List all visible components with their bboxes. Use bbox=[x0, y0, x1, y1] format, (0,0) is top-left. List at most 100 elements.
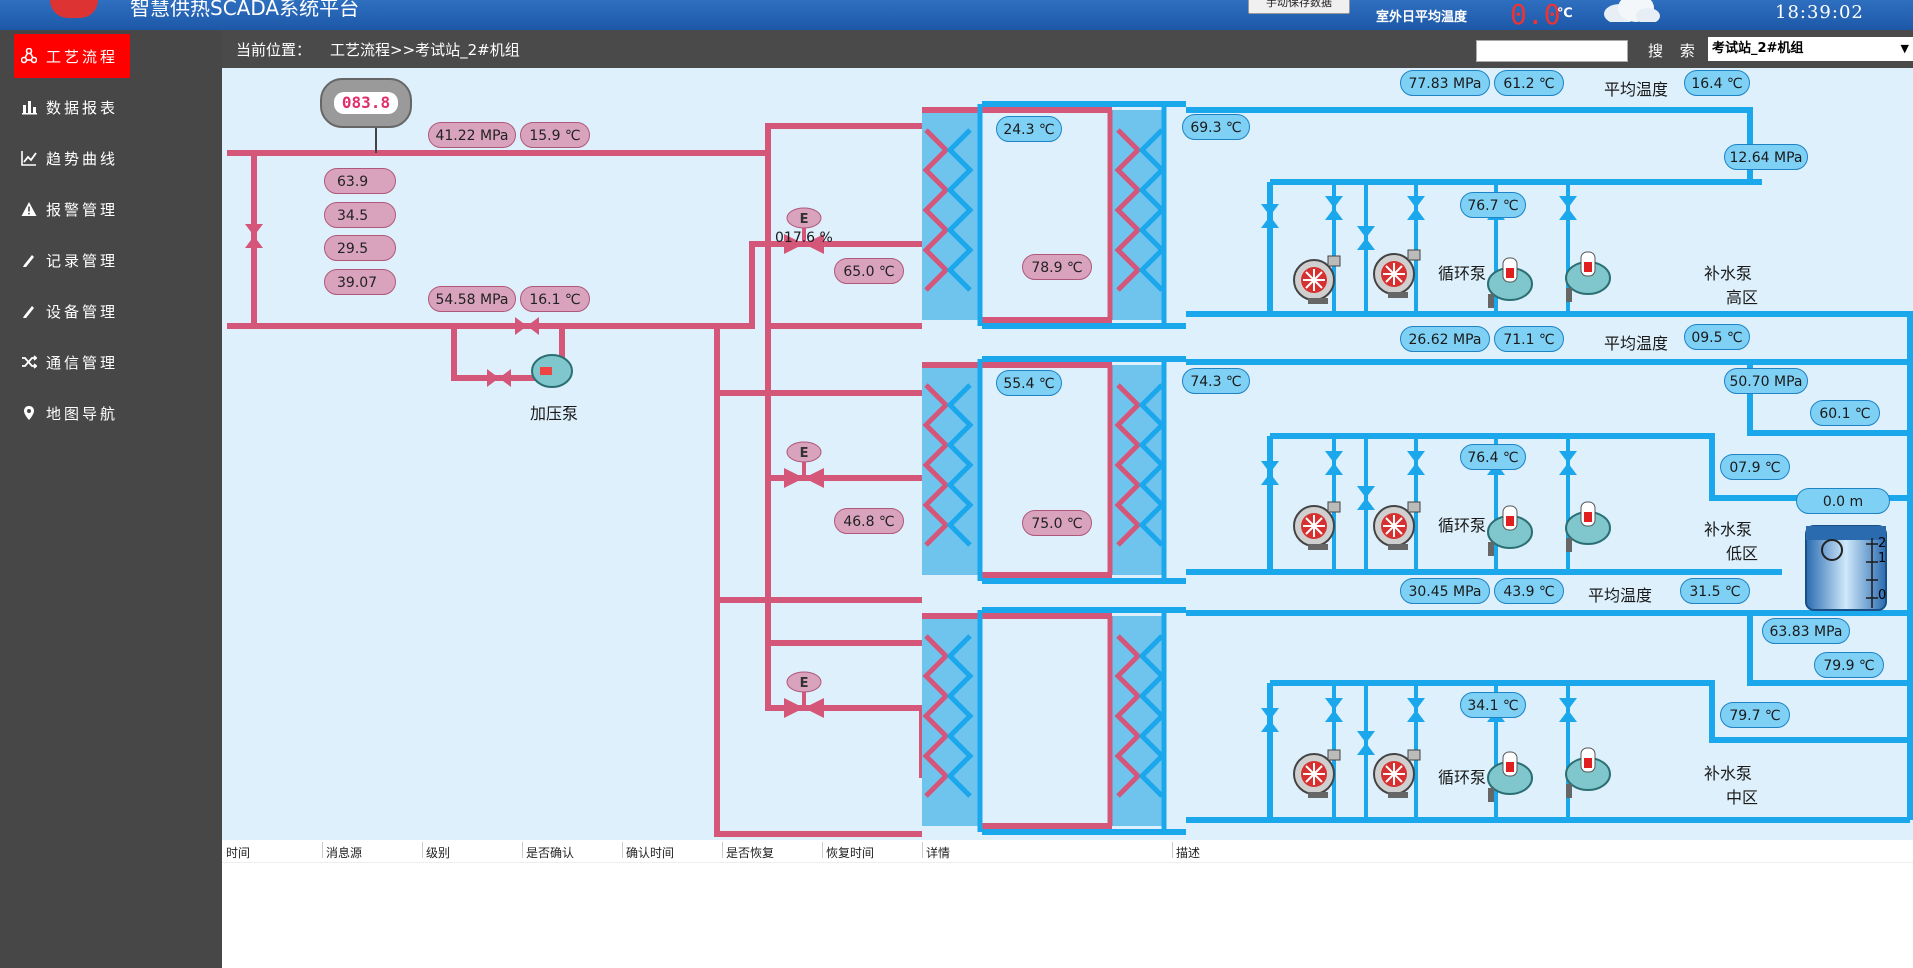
app-title: 智慧供热SCADA系统平台 bbox=[130, 0, 360, 20]
alarm-table: 时间 消息源 级别 是否确认 确认时间 是否恢复 恢复时间 详情 描述 bbox=[222, 840, 1913, 968]
zone1-name: 高区 bbox=[1726, 288, 1759, 307]
hx2-primary-in-temp: 46.8 ℃ bbox=[834, 508, 904, 534]
booster-pump-icon bbox=[531, 354, 573, 388]
sidebar-item-map[interactable]: 地图导航 bbox=[14, 391, 118, 435]
shuffle-icon bbox=[20, 353, 38, 371]
line-chart-icon bbox=[20, 149, 38, 167]
zone3-makeup-pump-label: 补水泵 bbox=[1704, 764, 1753, 783]
zone1-avg-temp: 16.4 ℃ bbox=[1684, 70, 1750, 96]
zone2-makeup-temp: 07.9 ℃ bbox=[1720, 454, 1790, 480]
col-description[interactable]: 描述 bbox=[1176, 844, 1200, 861]
app-logo bbox=[50, 0, 98, 18]
zone2-supply-pressure: 26.62 MPa bbox=[1400, 326, 1490, 352]
breadcrumb-bar: 当前位置： 工艺流程>>考试站_2#机组 搜 索 考试站_2#机组 ▼ bbox=[222, 30, 1913, 68]
col-level[interactable]: 级别 bbox=[426, 844, 450, 861]
zone1-return-pressure: 12.64 MPa bbox=[1724, 144, 1808, 170]
outdoor-temp-unit: ℃ bbox=[1557, 6, 1573, 21]
pen-icon bbox=[20, 302, 38, 320]
zone3-return-pressure: 63.83 MPa bbox=[1762, 618, 1850, 644]
primary-return-pressure: 54.58 MPa bbox=[428, 286, 516, 312]
process-diagram: E bbox=[222, 68, 1913, 840]
hx1-secondary-out-temp: 69.3 ℃ bbox=[1182, 114, 1250, 140]
search-input[interactable] bbox=[1476, 40, 1628, 62]
zone2-return-temp: 60.1 ℃ bbox=[1810, 400, 1880, 426]
sidebar-item-process[interactable]: 工艺流程 bbox=[14, 34, 130, 78]
bar-chart-icon bbox=[20, 98, 38, 116]
primary-supply-pressure: 41.22 MPa bbox=[428, 122, 516, 148]
zone3-avg-temp: 31.5 ℃ bbox=[1680, 578, 1750, 604]
sidebar-item-trend[interactable]: 趋势曲线 bbox=[14, 136, 118, 180]
primary-value-1: 63.9 bbox=[324, 168, 396, 194]
expansion-tank-icon bbox=[1805, 525, 1887, 611]
process-icon bbox=[20, 47, 38, 65]
primary-value-2: 34.5 bbox=[324, 202, 396, 228]
zone2-pump-temp: 76.4 ℃ bbox=[1460, 444, 1526, 470]
zone3-circ-pump-label: 循环泵 bbox=[1438, 768, 1487, 787]
tank-scale: 2 1 0 bbox=[1878, 536, 1886, 603]
primary-value-3: 29.5 bbox=[324, 235, 396, 261]
zone3-return-temp: 79.9 ℃ bbox=[1814, 652, 1884, 678]
hx2-secondary-out-temp: 74.3 ℃ bbox=[1182, 368, 1250, 394]
hx1-mid-temp: 78.9 ℃ bbox=[1022, 254, 1092, 280]
zone1-supply-temp: 61.2 ℃ bbox=[1494, 70, 1564, 96]
top-bar: 智慧供热SCADA系统平台 手动保存数据 室外日平均温度 0.0 ℃ 18:39… bbox=[0, 0, 1913, 30]
sidebar-item-label: 地图导航 bbox=[46, 404, 119, 423]
sidebar-item-label: 通信管理 bbox=[46, 353, 119, 372]
col-time[interactable]: 时间 bbox=[226, 844, 250, 861]
zone1-circ-pump-label: 循环泵 bbox=[1438, 264, 1487, 283]
sidebar-item-devices[interactable]: 设备管理 bbox=[14, 289, 118, 333]
sidebar-item-label: 数据报表 bbox=[46, 98, 119, 117]
hx1-primary-in-temp: 65.0 ℃ bbox=[834, 258, 904, 284]
sidebar-item-data-report[interactable]: 数据报表 bbox=[14, 85, 118, 129]
hx2-top-temp: 55.4 ℃ bbox=[996, 370, 1062, 396]
flow-meter: 083.8 bbox=[320, 78, 412, 128]
primary-value-4: 39.07 bbox=[324, 269, 396, 295]
sidebar-item-records[interactable]: 记录管理 bbox=[14, 238, 118, 282]
zone2-avg-temp-label: 平均温度 bbox=[1604, 334, 1669, 353]
outdoor-temp-label: 室外日平均温度 bbox=[1376, 10, 1468, 25]
zone3-makeup-temp: 79.7 ℃ bbox=[1720, 702, 1790, 728]
sidebar-item-label: 趋势曲线 bbox=[46, 149, 119, 168]
zone2-makeup-pump-label: 补水泵 bbox=[1704, 520, 1753, 539]
zone3-supply-temp: 43.9 ℃ bbox=[1494, 578, 1564, 604]
breadcrumb[interactable]: 工艺流程>>考试站_2#机组 bbox=[330, 39, 520, 60]
col-acknowledged[interactable]: 是否确认 bbox=[526, 844, 574, 861]
zone2-circ-pump-label: 循环泵 bbox=[1438, 516, 1487, 535]
col-details[interactable]: 详情 bbox=[926, 844, 950, 861]
col-recover-time[interactable]: 恢复时间 bbox=[826, 844, 874, 861]
zone2-supply-temp: 71.1 ℃ bbox=[1494, 326, 1564, 352]
sidebar-item-alarm[interactable]: 报警管理 bbox=[14, 187, 118, 231]
primary-return-temp: 16.1 ℃ bbox=[520, 286, 590, 312]
sidebar-item-label: 工艺流程 bbox=[46, 47, 119, 66]
station-select-value: 考试站_2#机组 bbox=[1712, 41, 1804, 56]
sidebar-item-comms[interactable]: 通信管理 bbox=[14, 340, 118, 384]
tank-scale-2: 2 bbox=[1878, 536, 1887, 551]
hx2-mid-temp: 75.0 ℃ bbox=[1022, 510, 1092, 536]
col-source[interactable]: 消息源 bbox=[326, 844, 362, 861]
zone1-makeup-pump-label: 补水泵 bbox=[1704, 264, 1753, 283]
chevron-down-icon[interactable]: ▼ bbox=[1901, 37, 1909, 61]
zone3-name: 中区 bbox=[1726, 788, 1759, 807]
zone2-avg-temp: 09.5 ℃ bbox=[1684, 324, 1750, 350]
weather-cloud-icon bbox=[1604, 0, 1660, 22]
hx1-top-temp: 24.3 ℃ bbox=[996, 116, 1062, 142]
tank-level: 0.0 m bbox=[1796, 488, 1890, 514]
booster-pump-label: 加压泵 bbox=[530, 404, 579, 423]
col-ack-time[interactable]: 确认时间 bbox=[626, 844, 674, 861]
pen-icon bbox=[20, 251, 38, 269]
sidebar-item-label: 报警管理 bbox=[46, 200, 119, 219]
outdoor-temp-value: 0.0 bbox=[1510, 0, 1561, 30]
col-recovered[interactable]: 是否恢复 bbox=[726, 844, 774, 861]
map-pin-icon bbox=[20, 404, 38, 422]
station-select[interactable]: 考试站_2#机组 ▼ bbox=[1708, 37, 1913, 61]
warning-icon bbox=[20, 200, 38, 218]
pipe-network: E bbox=[227, 68, 1913, 837]
save-data-button[interactable]: 手动保存数据 bbox=[1248, 0, 1350, 14]
valve-open-percent: 017.6 % bbox=[775, 230, 833, 246]
primary-supply-temp: 15.9 ℃ bbox=[520, 122, 590, 148]
zone1-pump-temp: 76.7 ℃ bbox=[1460, 192, 1526, 218]
zone1-supply-pressure: 77.83 MPa bbox=[1400, 70, 1490, 96]
zone3-avg-temp-label: 平均温度 bbox=[1588, 586, 1653, 605]
flow-meter-reading: 083.8 bbox=[334, 92, 398, 114]
search-label: 搜 索 bbox=[1648, 42, 1701, 60]
